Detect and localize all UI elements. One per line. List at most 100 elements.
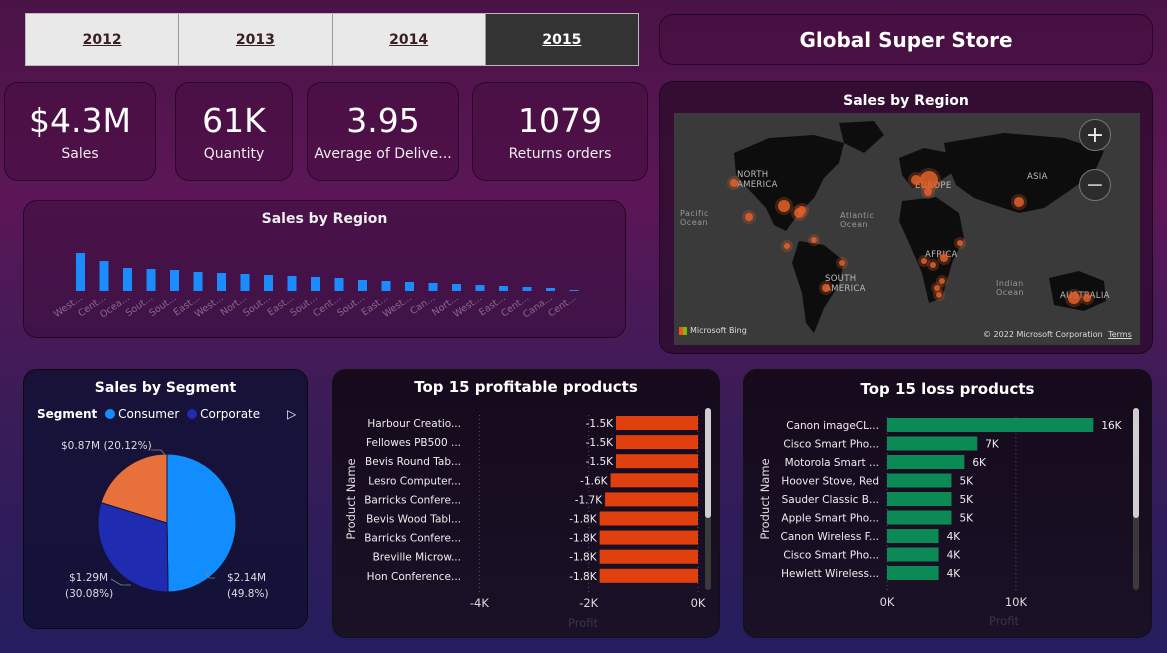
region-bar[interactable] (99, 261, 109, 291)
region-bar[interactable] (76, 253, 85, 291)
region-bar[interactable] (428, 283, 438, 291)
profitable-products-card: Top 15 profitable products -4K -2K 0K Harbo… (332, 369, 720, 638)
world-map[interactable]: NORTHAMERICAEUROPEASIAAFRICASOUTHAMERICA… (674, 113, 1140, 345)
product-name-label: Bevis Round Tab... (365, 456, 461, 468)
region-bar[interactable] (381, 281, 391, 291)
map-bubble[interactable] (940, 254, 948, 262)
region-bar[interactable] (358, 280, 367, 291)
region-bar[interactable] (170, 270, 179, 291)
map-bubble[interactable] (778, 200, 790, 212)
map-bubble[interactable] (911, 175, 921, 185)
product-bar[interactable] (605, 492, 698, 507)
map-bubble[interactable] (784, 243, 790, 249)
region-bar[interactable] (193, 272, 203, 291)
zoom-in-button[interactable]: + (1079, 119, 1111, 151)
pie-data-label: (49.8%) (227, 588, 269, 600)
product-bar[interactable] (887, 436, 978, 451)
zoom-out-button[interactable]: − (1079, 169, 1111, 201)
product-bar[interactable] (887, 547, 939, 562)
region-bar[interactable] (334, 278, 344, 291)
product-bar[interactable] (599, 568, 698, 583)
product-bar[interactable] (610, 473, 698, 488)
ocean-label: Pacific (680, 209, 709, 218)
year-button-2012[interactable]: 2012 (26, 14, 180, 65)
region-bar[interactable] (264, 275, 273, 291)
map-bubble[interactable] (745, 213, 753, 221)
region-bar[interactable] (452, 284, 461, 291)
map-bubble[interactable] (811, 237, 817, 243)
x-axis-title: Profit (568, 616, 598, 630)
terms-link[interactable]: Terms (1108, 330, 1132, 339)
bar-value-label: -1.5K (586, 456, 614, 468)
loss-products-chart: 0K 10K Canon imageCL... 16K Cisco Smart Pho.… (758, 408, 1139, 628)
map-bubble[interactable] (921, 258, 927, 264)
map-bubble[interactable] (936, 292, 942, 298)
product-bar[interactable] (616, 454, 698, 469)
map-bubble[interactable] (924, 188, 932, 196)
product-name-label: Lesro Computer... (368, 475, 461, 487)
product-name-label: Hoover Stove, Red (781, 476, 879, 488)
product-bar[interactable] (887, 510, 952, 525)
region-bar[interactable] (499, 286, 508, 291)
product-bar[interactable] (887, 473, 952, 488)
ocean-label: Ocean (996, 288, 1024, 297)
map-bubble[interactable] (798, 206, 806, 214)
product-name-label: Motorola Smart ... (785, 457, 879, 469)
continent-label: ASIA (1027, 172, 1048, 182)
region-bar[interactable] (311, 277, 320, 291)
x-tick-label: -2K (579, 596, 598, 610)
product-bar[interactable] (887, 529, 939, 543)
region-bar[interactable] (522, 287, 532, 291)
product-bar[interactable] (616, 435, 698, 450)
product-bar[interactable] (599, 530, 698, 545)
product-bar[interactable] (599, 549, 698, 564)
x-tick-label: -4K (470, 596, 489, 610)
bar-value-label: 16K (1101, 420, 1122, 432)
kpi-value: $4.3M (29, 100, 131, 140)
map-bubble[interactable] (957, 240, 963, 246)
pie-slice[interactable] (166, 453, 237, 593)
map-bubble[interactable] (730, 179, 738, 187)
map-bubble[interactable] (822, 284, 830, 292)
region-bar[interactable] (569, 290, 579, 291)
product-name-label: Hon Conference... (367, 571, 461, 583)
scrollbar-thumb[interactable] (1133, 408, 1139, 518)
windows-logo-icon (679, 326, 687, 335)
region-bar[interactable] (287, 276, 297, 291)
map-bubble[interactable] (1014, 197, 1024, 207)
product-name-label: Sauder Classic B... (782, 494, 879, 506)
product-bar[interactable] (887, 566, 939, 580)
product-bar[interactable] (887, 455, 965, 469)
region-bar[interactable] (405, 282, 414, 291)
land-greenland (839, 121, 884, 153)
region-bar[interactable] (475, 285, 485, 291)
scrollbar-thumb[interactable] (705, 408, 711, 518)
map-bubble[interactable] (1068, 292, 1080, 304)
year-button-2014[interactable]: 2014 (332, 14, 486, 65)
bar-value-label: -1.8K (569, 514, 597, 526)
x-tick-label: 0K (880, 595, 895, 609)
kpi-value: 61K (202, 100, 266, 140)
map-bubble[interactable] (930, 262, 936, 268)
year-button-2015[interactable]: 2015 (485, 14, 638, 65)
map-bubble[interactable] (839, 260, 845, 266)
region-bar[interactable] (546, 288, 555, 291)
product-name-label: Fellowes PB500 ... (366, 437, 461, 449)
region-bar[interactable] (217, 273, 226, 291)
product-name-label: Cisco Smart Pho... (783, 439, 879, 451)
product-bar[interactable] (887, 418, 1094, 432)
product-name-label: Apple Smart Pho... (781, 513, 879, 525)
bar-value-label: 6K (972, 457, 987, 469)
map-bubble[interactable] (1083, 294, 1091, 302)
bar-value-label: 4K (947, 531, 962, 543)
region-bar[interactable] (146, 269, 156, 291)
year-button-2013[interactable]: 2013 (179, 14, 333, 65)
bar-value-label: 4K (947, 568, 962, 580)
region-bar[interactable] (240, 274, 250, 291)
bar-value-label: 5K (959, 494, 974, 506)
product-bar[interactable] (887, 492, 952, 506)
pie-data-label: $2.14M (227, 572, 266, 584)
product-bar[interactable] (599, 511, 698, 526)
region-bar[interactable] (123, 268, 132, 291)
product-bar[interactable] (616, 416, 698, 430)
